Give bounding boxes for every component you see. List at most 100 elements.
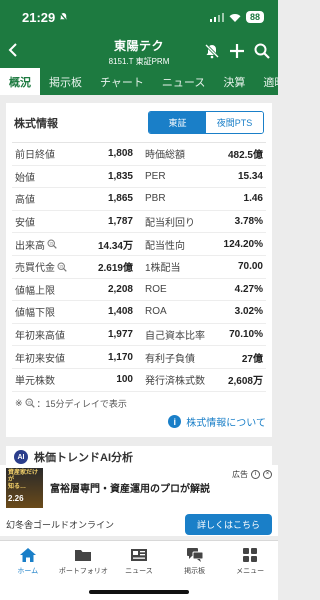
nav-label: ポートフォリオ [58,568,108,575]
info-row: 自己資本比率 70.10% [139,324,266,347]
info-value: 1,170 [107,351,133,363]
segment-night-pts[interactable]: 夜間PTS [206,112,263,133]
mute-alert-button[interactable] [204,43,220,59]
info-value: 15.34 [237,170,263,182]
info-row: 時価総額 482.5億 [139,143,266,166]
info-row: 売買代金 15 2.619億 [12,256,139,279]
info-row: 単元株数 100 [12,369,139,392]
ad-thumb-text: 知る… [8,484,27,491]
delay-note: ※ 15 ：15分ディレイで表示 [12,392,266,410]
add-button[interactable] [229,43,245,59]
info-value: 14.34万 [97,240,133,252]
delay-zoom-icon: 15 [57,262,67,272]
svg-text:15: 15 [59,264,63,268]
header-actions [204,43,270,59]
ad-footer: 幻冬舎ゴールドオンライン 詳しくはこちら [0,513,278,535]
ad-thumb-text: 資産家だけが [8,470,39,484]
info-value: 2.619億 [97,263,133,275]
info-value: 1,787 [107,216,133,228]
info-row: 配当性向 124.20% [139,233,266,256]
stock-info-grid: 前日終値 1,808 時価総額 482.5億 始値 1,835 PER 15.34 高値… [12,143,266,392]
svg-text:15: 15 [49,242,53,246]
delay-zoom-icon: 15 [25,398,35,408]
info-label: 値幅下限 [15,308,55,320]
info-value: 1.46 [243,193,263,205]
info-row: 出来高 15 14.34万 [12,233,139,256]
info-label: 前日終値 [15,150,55,162]
status-time: 21:29 [22,10,68,25]
ad-cta-button[interactable]: 詳しくはこちら [184,513,272,535]
tab-board[interactable]: 掲示板 [40,68,91,95]
info-label: PER [145,170,166,182]
info-value: 2,208 [107,283,133,295]
tab-news[interactable]: ニュース [153,68,214,95]
info-label: 高値 [15,195,35,207]
info-value: 482.5億 [227,150,263,162]
info-row: PER 15.34 [139,166,266,189]
stock-info-header: 株式情報 東証 夜間PTS [12,111,266,143]
info-value: 3.78% [234,216,263,228]
nav-label: ニュース [125,568,153,575]
info-label: ROE [145,283,167,295]
info-row: 年初来高値 1,977 [12,324,139,347]
grid-icon [243,548,258,562]
stock-info-card: 株式情報 東証 夜間PTS 前日終値 1,808 時価総額 482.5億 始値 1,8… [6,103,272,437]
info-value: 100 [116,374,133,386]
ad-close-icon[interactable]: × [263,470,272,479]
ai-trend-title: 株価トレンドAI分析 [34,452,133,464]
nav-menu[interactable]: メニュー [222,541,278,600]
battery-indicator: 88 [245,11,264,23]
info-value: 1,408 [107,306,133,318]
info-label: 出来高 15 [15,237,57,252]
status-bar: 21:29 88 [0,0,278,34]
tab-overview[interactable]: 概況 [0,68,40,95]
note-prefix: ※ [15,397,23,408]
nav-label: メニュー [236,568,265,575]
ad-meta: 広告 i × [232,469,272,480]
info-label-text: 売買代金 [15,263,55,275]
tab-chart[interactable]: チャート [91,68,153,95]
nav-home[interactable]: ホーム [0,541,56,600]
info-label: 発行済株式数 [145,376,205,388]
info-row: 値幅上限 2,208 [12,279,139,302]
segment-tse[interactable]: 東証 [149,112,206,133]
search-button[interactable] [254,43,270,59]
info-value: 70.10% [229,329,263,341]
home-icon [19,548,36,562]
market-segment-control: 東証 夜間PTS [148,111,264,134]
info-value: 2,608万 [227,376,263,388]
info-value: 1,977 [107,329,133,341]
info-label: 自己資本比率 [145,331,205,343]
info-row: 高値 1,865 [12,188,139,211]
info-row: 前日終値 1,808 [12,143,139,166]
info-value: 1,835 [107,170,133,182]
svg-text:15: 15 [27,401,31,405]
ad-headline: 富裕層専門・資産運用のプロが解説 [50,484,210,495]
info-row: 有利子負債 27億 [139,346,266,369]
stock-info-help-link[interactable]: i 株式情報について [168,414,266,429]
nav-label: 掲示板 [184,568,206,575]
bell-muted-icon [59,12,68,22]
ai-icon: AI [14,450,28,464]
wifi-icon [229,13,241,22]
signal-icon [209,12,224,22]
info-row: ROE 4.27% [139,279,266,302]
stock-info-help-label: 株式情報について [186,418,266,429]
back-button[interactable] [8,40,30,62]
info-label: 1株配当 [145,263,181,275]
info-label-text: 出来高 [15,240,45,252]
stock-info-title: 株式情報 [14,117,58,130]
ad-thumbnail: 資産家だけが 知る… 2.26 [6,468,43,508]
search-icon [254,43,270,59]
info-label: 値幅上限 [15,285,55,297]
info-label: PBR [145,193,166,205]
status-indicators: 88 [209,11,264,23]
tab-earnings[interactable]: 決算 [214,68,254,95]
info-label: 有利子負債 [145,353,195,365]
ad-label: 広告 [232,470,248,479]
tab-disclosure[interactable]: 適時 [254,68,278,95]
ad-info-icon[interactable]: i [251,470,260,479]
ad-banner[interactable]: 広告 i × 資産家だけが 知る… 2.26 富裕層専門・資産運用のプロが解説 … [0,465,278,536]
info-row: 値幅下限 1,408 [12,301,139,324]
ad-thumb-number: 2.26 [8,493,24,503]
